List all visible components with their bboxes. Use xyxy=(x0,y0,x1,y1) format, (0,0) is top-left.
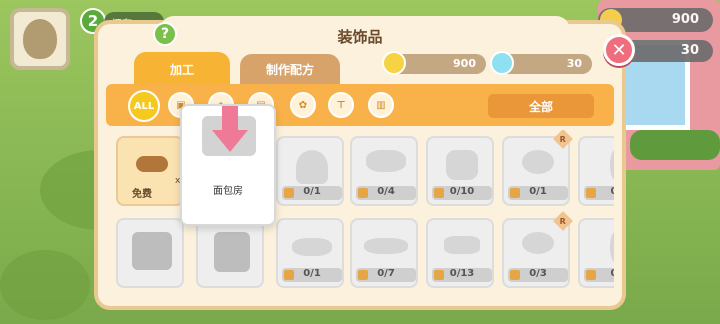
panel-coin-value: 900 xyxy=(453,57,476,70)
item-card-house[interactable] xyxy=(116,218,184,288)
rare-badge: R xyxy=(553,130,573,149)
item-count: 0/7 xyxy=(377,268,395,279)
player-avatar[interactable] xyxy=(10,8,70,70)
item-count: 0/10 xyxy=(449,186,475,197)
item-card-rare[interactable]: R 0/1 xyxy=(502,130,573,206)
item-card-rare[interactable]: R 0/3 xyxy=(502,211,573,288)
hud-gem-value: 30 xyxy=(680,43,699,58)
free-label: 免费 xyxy=(132,189,152,200)
gem-icon xyxy=(490,51,514,75)
item-card[interactable]: 0/7 xyxy=(350,218,418,288)
item-count: 0/3 xyxy=(529,268,547,279)
close-button[interactable]: ✕ xyxy=(603,34,635,66)
arrow-down-icon xyxy=(212,106,248,152)
panel-title: 装饰品 xyxy=(337,28,383,46)
panel-coin-counter: 900 xyxy=(382,51,486,75)
item-count: 0 xyxy=(611,186,614,197)
tab-recipes[interactable]: 制作配方 xyxy=(240,54,340,84)
hud-coin-value: 900 xyxy=(671,12,699,27)
item-card[interactable]: 0/10 xyxy=(426,136,494,206)
item-count: 0/1 xyxy=(303,268,321,279)
flower-icon[interactable]: ✿ xyxy=(290,92,316,118)
tab-processing[interactable]: 加工 xyxy=(134,52,230,86)
item-card-rare[interactable]: R 0 xyxy=(578,218,614,288)
item-card-free[interactable]: 免费 x2 xyxy=(116,136,186,206)
rare-badge: R xyxy=(553,211,573,231)
coin-icon xyxy=(382,51,406,75)
help-icon[interactable]: ? xyxy=(153,22,177,46)
panel-gem-value: 30 xyxy=(566,57,582,70)
item-count: 0/13 xyxy=(449,268,475,279)
item-detail-popup: 面包房 xyxy=(180,104,276,226)
item-card[interactable]: 0/13 xyxy=(426,218,494,288)
item-card-rare[interactable]: R 0 xyxy=(578,136,614,206)
item-card[interactable]: 0/1 xyxy=(276,136,344,206)
item-count: 0 xyxy=(611,268,614,279)
wall-icon[interactable]: ▥ xyxy=(368,92,394,118)
panel-gem-counter: 30 xyxy=(490,51,592,75)
table-icon[interactable]: ⊤ xyxy=(328,92,354,118)
item-card[interactable]: 0/4 xyxy=(350,136,418,206)
category-dropdown[interactable]: 全部 xyxy=(488,94,594,118)
item-count: 0/4 xyxy=(377,186,395,197)
filter-all-button[interactable]: ALL xyxy=(128,90,160,122)
item-card-house[interactable] xyxy=(196,218,264,288)
item-card[interactable]: 0/1 xyxy=(276,218,344,288)
item-count: 0/1 xyxy=(303,186,321,197)
popup-item-name: 面包房 xyxy=(213,186,243,197)
item-count: 0/1 xyxy=(529,186,547,197)
